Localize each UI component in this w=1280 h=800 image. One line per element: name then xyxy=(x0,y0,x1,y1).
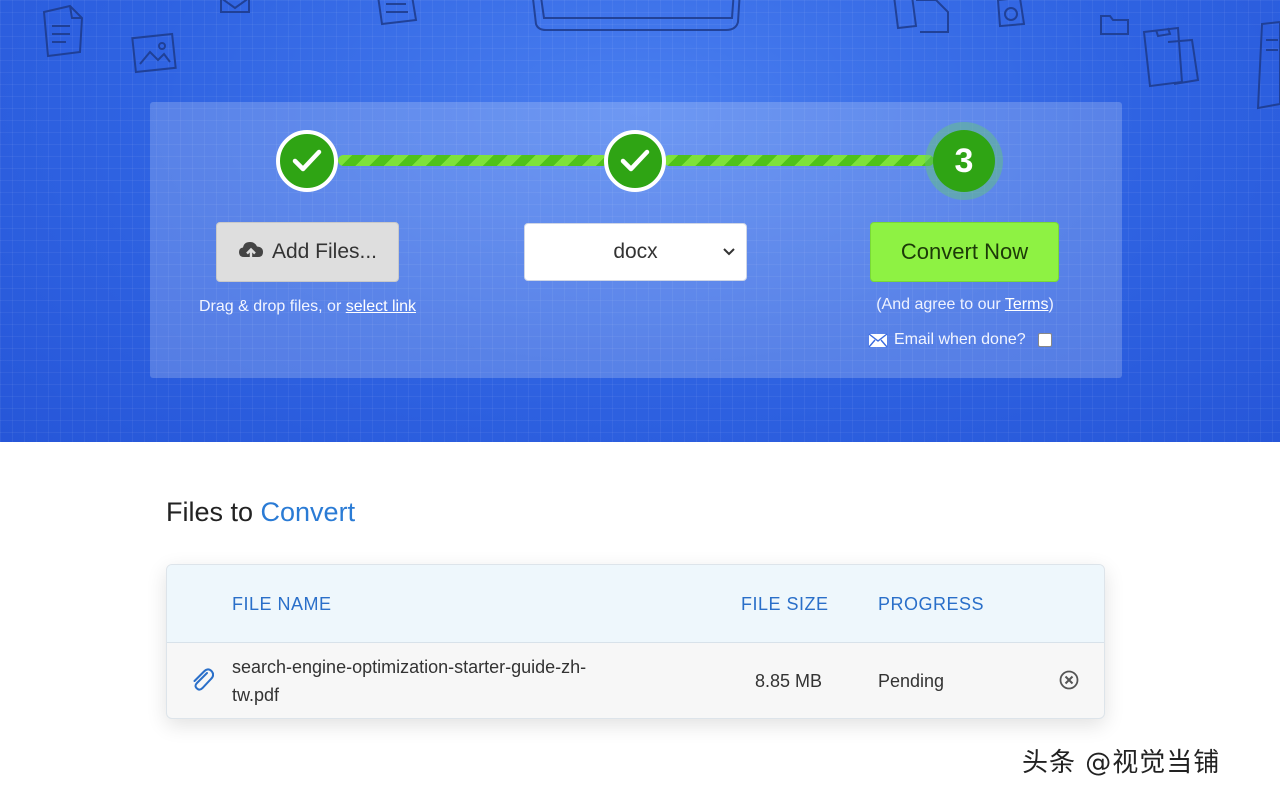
column-header-file-size: FILE SIZE xyxy=(741,594,829,614)
envelope-icon xyxy=(868,332,888,347)
folder-doodle-icon xyxy=(1100,15,1129,35)
agree-prefix: (And agree to our xyxy=(876,296,1005,313)
remove-file-icon[interactable] xyxy=(1058,669,1080,691)
mail-doodle-icon xyxy=(220,0,250,13)
column-header-progress: PROGRESS xyxy=(878,594,985,614)
copy-doodle-icon xyxy=(893,0,949,33)
progress-track-2 xyxy=(664,155,934,166)
mov-file-doodle-icon xyxy=(42,4,84,58)
add-files-button[interactable]: Add Files... xyxy=(216,222,399,282)
progress-status: Pending xyxy=(878,671,945,691)
monitor-doodle-icon xyxy=(532,0,741,31)
cloud-upload-icon xyxy=(238,242,263,262)
title-prefix: Files to xyxy=(166,497,261,527)
check-icon xyxy=(292,149,322,172)
column-header-file-name: FILE NAME xyxy=(232,594,332,614)
step-2-complete xyxy=(604,130,666,192)
file-name-line-2: tw.pdf xyxy=(232,685,280,705)
watermark-text: 头条 @视觉当铺 xyxy=(1022,748,1221,778)
convert-now-button[interactable]: Convert Now xyxy=(870,222,1059,282)
drag-drop-text: Drag & drop files, or xyxy=(199,298,346,315)
edge-file-doodle-icon xyxy=(1256,20,1280,110)
email-when-done-checkbox[interactable] xyxy=(1037,333,1052,347)
email-when-done-row: Email when done? xyxy=(868,331,1052,349)
format-select[interactable]: docx xyxy=(524,223,747,281)
select-link[interactable]: select link xyxy=(346,298,416,315)
file-size: 8.85 MB xyxy=(755,671,823,691)
agree-suffix: ) xyxy=(1048,296,1054,313)
check-icon xyxy=(620,149,650,172)
audio-doodle-icon xyxy=(996,0,1026,28)
clipboard-doodle-icon xyxy=(1142,26,1200,88)
paperclip-icon xyxy=(193,668,214,691)
step-3-number: 3 xyxy=(933,130,995,192)
files-to-convert-title: Files to Convert xyxy=(166,497,355,528)
progress-track-1 xyxy=(338,155,608,166)
table-header: FILE NAME FILE SIZE PROGRESS xyxy=(167,565,1104,643)
hero-banner: 3 Add Files... Drag & drop files, or sel… xyxy=(0,0,1280,442)
document-doodle-icon xyxy=(377,0,418,26)
files-table: FILE NAME FILE SIZE PROGRESS search-engi… xyxy=(166,564,1105,719)
terms-agreement: (And agree to our Terms) xyxy=(820,296,1110,314)
file-name-line-1: search-engine-optimization-starter-guide… xyxy=(232,657,587,677)
convert-now-label: Convert Now xyxy=(900,239,1029,264)
chevron-down-icon xyxy=(723,248,735,256)
terms-link[interactable]: Terms xyxy=(1005,296,1049,313)
step-1-complete xyxy=(276,130,338,192)
add-files-label: Add Files... xyxy=(271,240,378,263)
email-when-done-label: Email when done? xyxy=(894,331,1026,348)
drag-drop-hint: Drag & drop files, or select link xyxy=(150,298,465,316)
format-selected-value: docx xyxy=(613,240,658,263)
table-row: search-engine-optimization-starter-guide… xyxy=(167,643,1104,718)
image-file-doodle-icon xyxy=(131,32,177,74)
title-accent: Convert xyxy=(260,497,356,527)
step-3-current: 3 xyxy=(925,122,1003,200)
